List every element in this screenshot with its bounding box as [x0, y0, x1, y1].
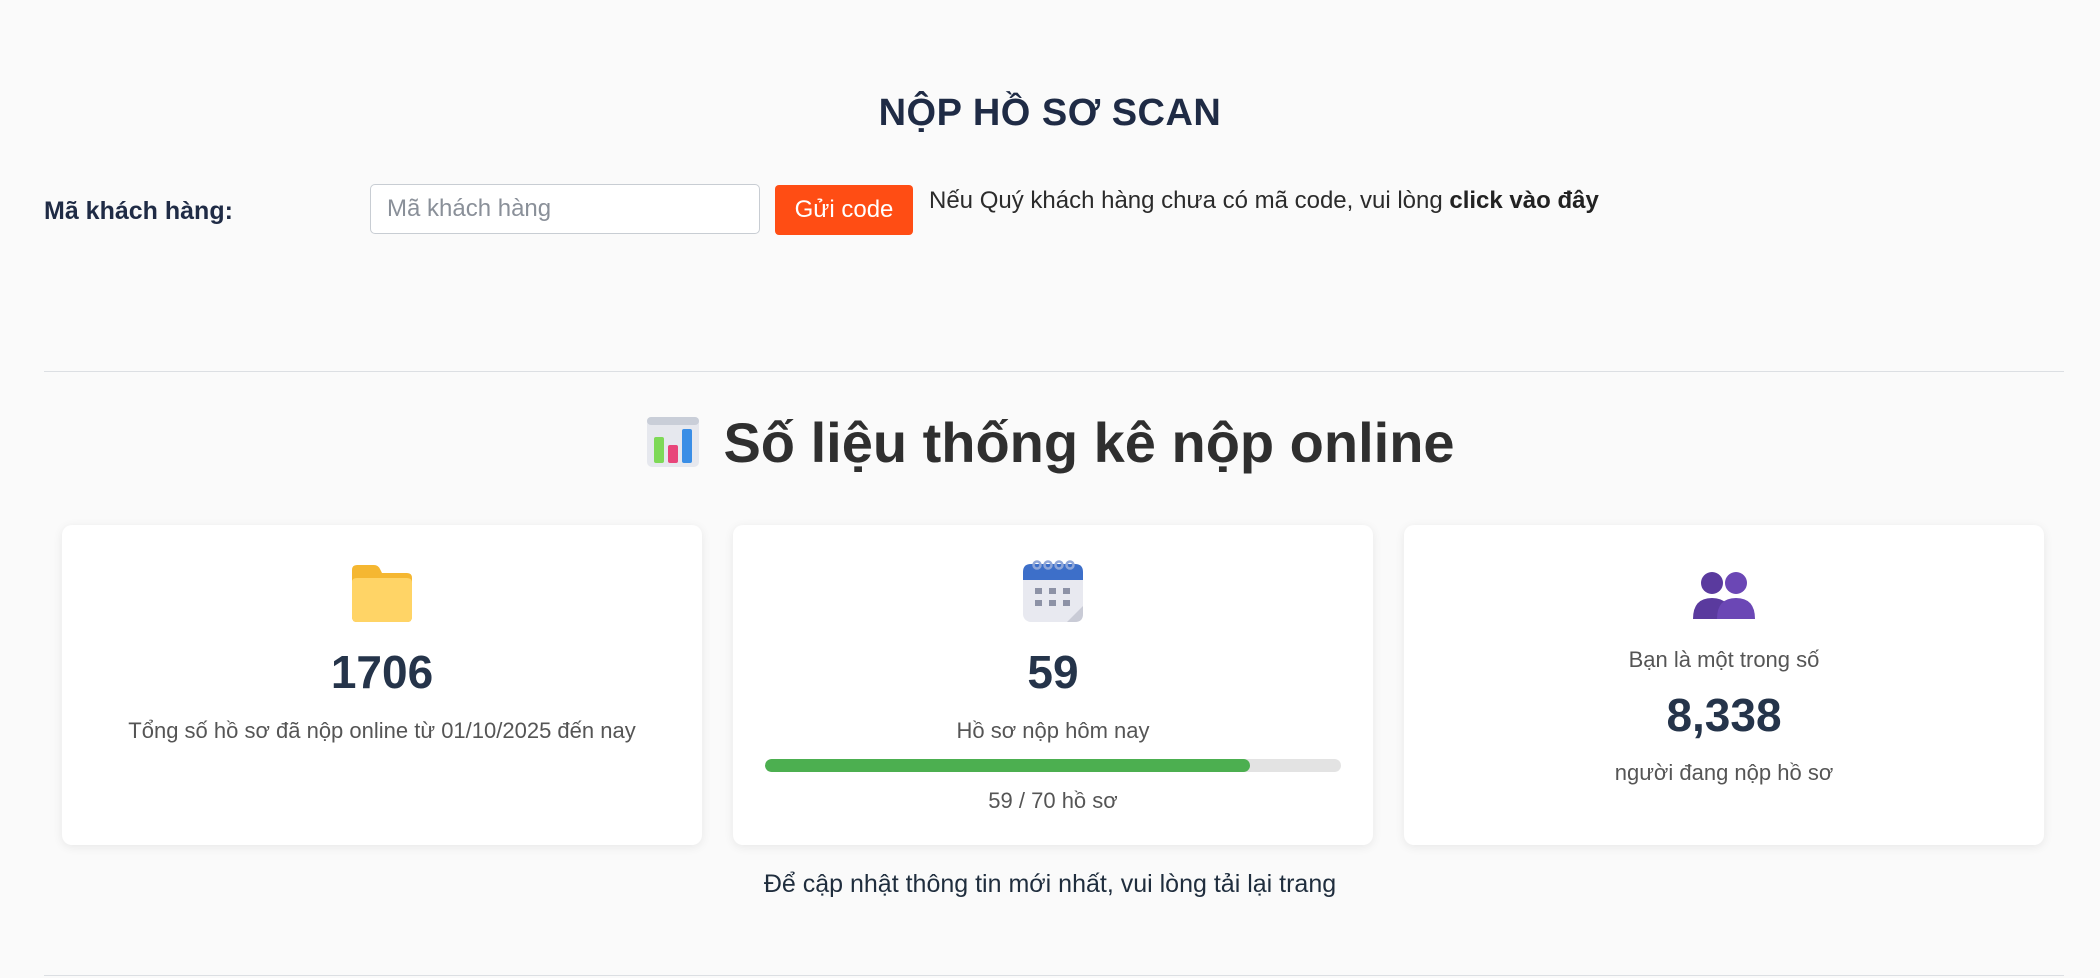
people-icon-wrap — [1404, 569, 2044, 639]
send-code-button[interactable]: Gửi code — [775, 185, 913, 235]
active-users-value: 8,338 — [1666, 689, 1782, 741]
calendar-icon-wrap — [733, 558, 1373, 628]
total-submissions-value: 1706 — [330, 646, 434, 698]
refresh-note: Để cập nhật thông tin mới nhất, vui lòng… — [763, 870, 1337, 898]
today-submissions-caption: Hồ sơ nộp hôm nay — [956, 718, 1150, 743]
bar-chart-icon — [647, 417, 700, 468]
total-submissions-card: 1706 Tổng số hồ sơ đã nộp online từ 01/1… — [62, 525, 702, 845]
active-users-pre-caption: Bạn là một trong số — [1628, 647, 1820, 672]
daily-progress-bar — [765, 759, 1341, 772]
stats-heading: Số liệu thống kê nộp online — [0, 410, 2100, 475]
click-here-link[interactable]: click vào đây — [1449, 187, 1598, 214]
no-code-note-text: Nếu Quý khách hàng chưa có mã code, vui … — [929, 187, 1450, 214]
no-code-note: Nếu Quý khách hàng chưa có mã code, vui … — [929, 187, 1599, 215]
stats-heading-text: Số liệu thống kê nộp online — [723, 411, 1455, 474]
customer-code-label: Mã khách hàng: — [44, 197, 233, 225]
customer-code-row: Mã khách hàng: Gửi code Nếu Quý khách hà… — [44, 183, 2060, 237]
bottom-divider — [44, 975, 2064, 976]
today-submissions-card: 59 Hồ sơ nộp hôm nay 59 / 70 hồ sơ — [733, 525, 1373, 845]
active-users-card: Bạn là một trong số 8,338 người đang nộp… — [1404, 525, 2044, 845]
page-title: NỘP HỒ SƠ SCAN — [878, 92, 1222, 134]
folder-icon — [352, 565, 412, 622]
total-submissions-caption: Tổng số hồ sơ đã nộp online từ 01/10/202… — [128, 718, 636, 743]
calendar-icon — [1023, 560, 1083, 622]
page: NỘP HỒ SƠ SCAN Mã khách hàng: Gửi code N… — [0, 0, 2100, 978]
customer-code-input[interactable] — [370, 184, 760, 234]
today-submissions-value: 59 — [1027, 646, 1079, 698]
folder-icon-wrap — [62, 562, 702, 632]
people-icon — [1693, 572, 1755, 619]
active-users-caption: người đang nộp hồ sơ — [1614, 760, 1834, 785]
daily-progress-fill — [765, 759, 1251, 772]
daily-progress-text: 59 / 70 hồ sơ — [988, 788, 1118, 813]
section-divider — [44, 371, 2064, 372]
